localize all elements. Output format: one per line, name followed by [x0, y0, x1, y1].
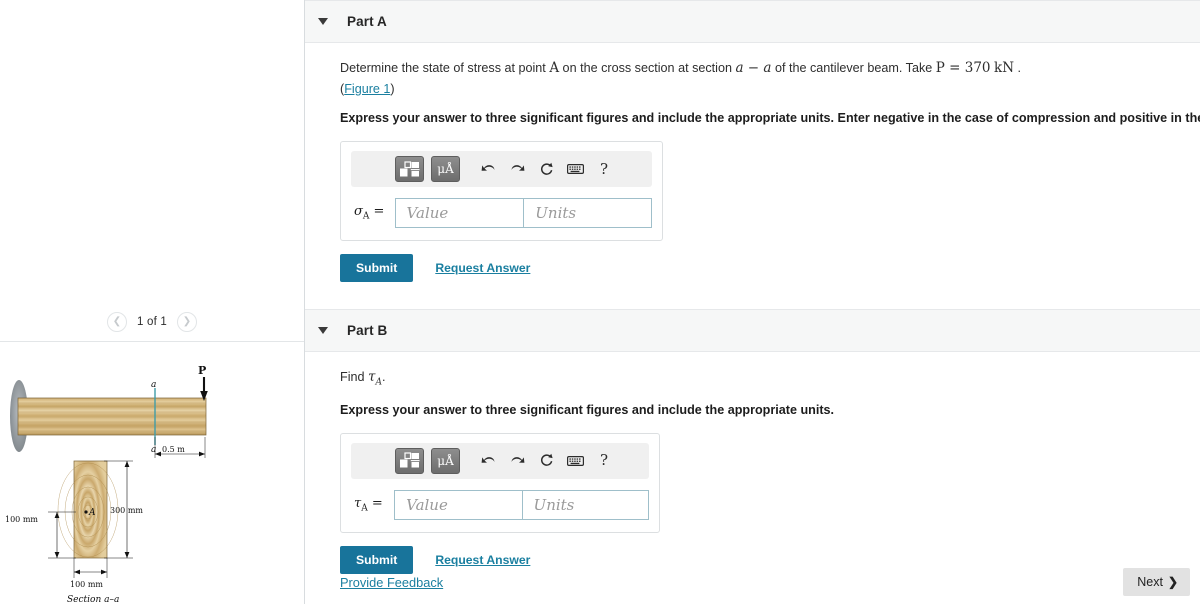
page-footer: Provide Feedback Next ❯: [305, 560, 1200, 604]
prompt-var-section: a − a: [735, 60, 772, 76]
figure-panel: ❮ 1 of 1 ❯ a a P 0.5 m A 300 mm 100 mm 1…: [0, 0, 305, 604]
section-label-top: a: [151, 380, 156, 390]
prompt-text-2: on the cross section at section: [559, 61, 736, 75]
prompt-var-a: A: [549, 60, 560, 76]
figure-link-line: (Figure 1): [340, 80, 1200, 98]
math-template-glyph: [400, 452, 420, 468]
next-button[interactable]: Next ❯: [1123, 568, 1190, 596]
width-dim-label: 100 mm: [70, 580, 103, 589]
undo-arrow-icon[interactable]: [477, 157, 499, 181]
part-a-math-toolbar: μÅ ?: [351, 151, 652, 188]
prompt-text-3: of the cantilever beam. Take: [771, 61, 936, 75]
figure-pager: ❮ 1 of 1 ❯: [0, 305, 304, 339]
part-b-body: Find τA. Express your answer to three si…: [305, 368, 1200, 574]
chevron-right-icon: ❯: [182, 316, 192, 327]
reset-glyph: [540, 454, 553, 467]
caret-down-icon[interactable]: [318, 18, 328, 25]
figure-1-link[interactable]: Figure 1: [344, 82, 390, 96]
reset-circular-arrow-icon[interactable]: [535, 157, 557, 181]
chevron-right-icon: ❯: [1167, 575, 1178, 589]
section-label-bottom: a: [151, 445, 156, 455]
math-template-icon[interactable]: [395, 156, 424, 183]
keyboard-glyph: [566, 164, 584, 175]
part-a-instruction: Express your answer to three significant…: [340, 110, 1200, 125]
point-a-marker: [84, 510, 88, 514]
units-label: μÅ: [437, 162, 454, 177]
paren-close: ): [390, 81, 395, 96]
part-b-answer-box: μÅ ? τA = Value Units: [340, 432, 660, 533]
part-a-field-label: σA =: [351, 204, 395, 222]
problem-panel: Part A Determine the state of stress at …: [305, 0, 1200, 604]
math-template-icon[interactable]: [395, 447, 424, 474]
units-micro-angstrom-icon[interactable]: μÅ: [431, 156, 460, 183]
undo-arrow-icon[interactable]: [477, 449, 499, 473]
prompt-period: .: [381, 370, 386, 385]
prompt-var-p: P: [935, 60, 945, 76]
part-b-instruction: Express your answer to three significant…: [340, 402, 835, 417]
help-label: ?: [599, 159, 609, 178]
part-b-title: Part B: [347, 323, 388, 339]
part-a-answer-box: μÅ ? σA = Value Units: [340, 141, 663, 242]
undo-glyph: [481, 165, 494, 171]
keyboard-glyph: [566, 455, 584, 466]
part-a-submit-button[interactable]: Submit: [340, 254, 414, 283]
part-a-title: Part A: [347, 14, 387, 29]
redo-arrow-icon[interactable]: [506, 449, 528, 473]
part-a-request-answer-link[interactable]: Request Answer: [435, 261, 530, 275]
redo-glyph: [511, 457, 524, 463]
part-a-prompt: Determine the state of stress at point A…: [340, 59, 1200, 79]
problem-page: ❮ 1 of 1 ❯ a a P 0.5 m A 300 mm 100 mm 1…: [0, 0, 1200, 604]
redo-arrow-icon[interactable]: [506, 157, 528, 181]
prompt-text-1: Determine the state of stress at point: [340, 61, 550, 75]
provide-feedback-link[interactable]: Provide Feedback: [340, 575, 443, 590]
help-question-icon[interactable]: ?: [593, 449, 615, 473]
pager-next-button[interactable]: ❯: [176, 312, 197, 332]
pager-label: 1 of 1: [137, 316, 167, 328]
units-micro-angstrom-icon[interactable]: μÅ: [431, 447, 460, 474]
part-b-header[interactable]: Part B: [305, 309, 1200, 353]
point-a-label: A: [88, 508, 96, 518]
math-template-glyph: [400, 160, 420, 177]
offset-dim-label: 100 mm: [5, 515, 38, 524]
sigma-symbol: σ: [354, 204, 363, 220]
keyboard-icon[interactable]: [564, 157, 586, 181]
part-a-header[interactable]: Part A: [305, 0, 1200, 43]
equals-sign: =: [367, 496, 383, 512]
part-b-math-toolbar: μÅ ?: [351, 442, 649, 479]
part-b-value-input[interactable]: Value: [394, 489, 522, 520]
part-b-field-label: τA =: [351, 496, 394, 514]
undo-glyph: [481, 457, 494, 463]
pager-prev-button[interactable]: ❮: [107, 312, 127, 332]
load-label: P: [198, 364, 206, 377]
reset-glyph: [540, 162, 553, 175]
keyboard-icon[interactable]: [564, 449, 586, 473]
part-a-field-row: σA = Value Units: [351, 198, 652, 229]
equals-sign: =: [369, 204, 385, 220]
prompt-unit: kN: [994, 60, 1015, 76]
help-label: ?: [599, 451, 609, 470]
part-b-field-row: τA = Value Units: [351, 489, 649, 520]
help-question-icon[interactable]: ?: [593, 157, 615, 181]
caret-down-icon[interactable]: [318, 327, 328, 335]
depth-dim-label: 300 mm: [110, 506, 143, 515]
redo-glyph: [511, 165, 524, 171]
prompt-period: .: [1017, 61, 1022, 75]
part-a-value-input[interactable]: Value: [394, 198, 524, 229]
prompt-text-1: Find: [340, 370, 368, 385]
section-caption: Section a–a: [67, 595, 119, 602]
prompt-value: = 370: [944, 60, 991, 76]
next-label: Next: [1137, 575, 1163, 589]
part-a-body: Determine the state of stress at point A…: [305, 59, 1200, 283]
panel-divider: [0, 341, 304, 342]
part-a-actions: Submit Request Answer: [340, 254, 1200, 283]
beam-figure-svg: a a P 0.5 m A 300 mm 100 mm 100 mm Secti…: [5, 364, 208, 604]
chevron-left-icon: ❮: [112, 316, 122, 327]
reset-circular-arrow-icon[interactable]: [535, 449, 557, 473]
length-dim-label: 0.5 m: [162, 445, 185, 454]
part-b-units-input[interactable]: Units: [521, 489, 649, 520]
units-label: μÅ: [437, 453, 454, 468]
beam-figure[interactable]: a a P 0.5 m A 300 mm 100 mm 100 mm Secti…: [0, 344, 304, 604]
part-a-units-input[interactable]: Units: [523, 198, 652, 229]
part-b-prompt: Find τA.: [340, 368, 1200, 390]
